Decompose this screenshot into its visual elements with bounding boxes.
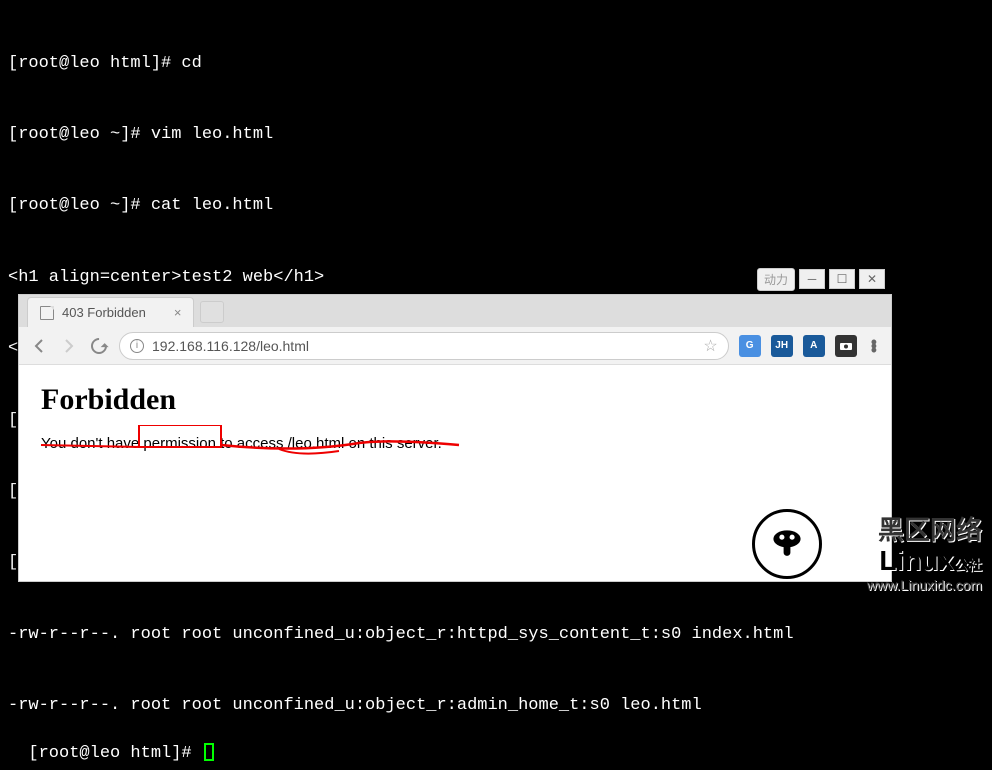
terminal-line: [root@leo ~]# cat leo.html: [8, 194, 984, 218]
terminal-line: [root@leo html]# cd: [8, 52, 984, 76]
tab-title: 403 Forbidden: [62, 305, 146, 320]
tab-bar: 403 Forbidden ×: [19, 295, 891, 327]
error-message: You don't have permission to access /leo…: [41, 435, 869, 452]
terminal-line: -rw-r--r--. root root unconfined_u:objec…: [8, 623, 984, 647]
close-window-button[interactable]: ✕: [859, 269, 885, 289]
new-tab-button[interactable]: [200, 301, 224, 323]
extension-jh[interactable]: JH: [771, 335, 793, 357]
page-title: Forbidden: [41, 383, 869, 417]
extension-a[interactable]: A: [803, 335, 825, 357]
page-content: Forbidden You don't have permission to a…: [19, 365, 891, 470]
terminal-line: -rw-r--r--. root root unconfined_u:objec…: [8, 694, 984, 718]
forward-button[interactable]: [59, 336, 79, 356]
page-icon: [40, 306, 54, 320]
terminal-cursor: [204, 743, 214, 761]
browser-window: 动力 ─ ☐ ✕ 403 Forbidden × i 192.168.116.1…: [18, 294, 892, 582]
browser-toolbar: i 192.168.116.128/leo.html ☆ G JH A •••: [19, 327, 891, 365]
bookmark-star-icon[interactable]: ☆: [703, 336, 717, 356]
maximize-button[interactable]: ☐: [829, 269, 855, 289]
reload-button[interactable]: [89, 336, 109, 356]
arrow-left-icon: [30, 337, 48, 355]
camera-icon: [839, 341, 853, 351]
url-bar[interactable]: i 192.168.116.128/leo.html ☆: [119, 332, 729, 360]
extension-translate[interactable]: G: [739, 335, 761, 357]
extension-camera[interactable]: [835, 335, 857, 357]
url-text[interactable]: 192.168.116.128/leo.html: [152, 338, 695, 354]
terminal-line: [root@leo ~]# vim leo.html: [8, 123, 984, 147]
window-controls: 动力 ─ ☐ ✕: [757, 267, 885, 291]
browser-tab[interactable]: 403 Forbidden ×: [27, 297, 194, 327]
minimize-button[interactable]: ─: [799, 269, 825, 289]
browser-menu-button[interactable]: •••: [867, 340, 881, 352]
reload-icon: [88, 334, 111, 357]
tab-close-button[interactable]: ×: [174, 305, 182, 320]
arrow-right-icon: [60, 337, 78, 355]
recorder-badge[interactable]: 动力: [757, 268, 795, 291]
site-info-icon[interactable]: i: [130, 339, 144, 353]
terminal-prompt[interactable]: [root@leo html]#: [28, 744, 201, 763]
back-button[interactable]: [29, 336, 49, 356]
